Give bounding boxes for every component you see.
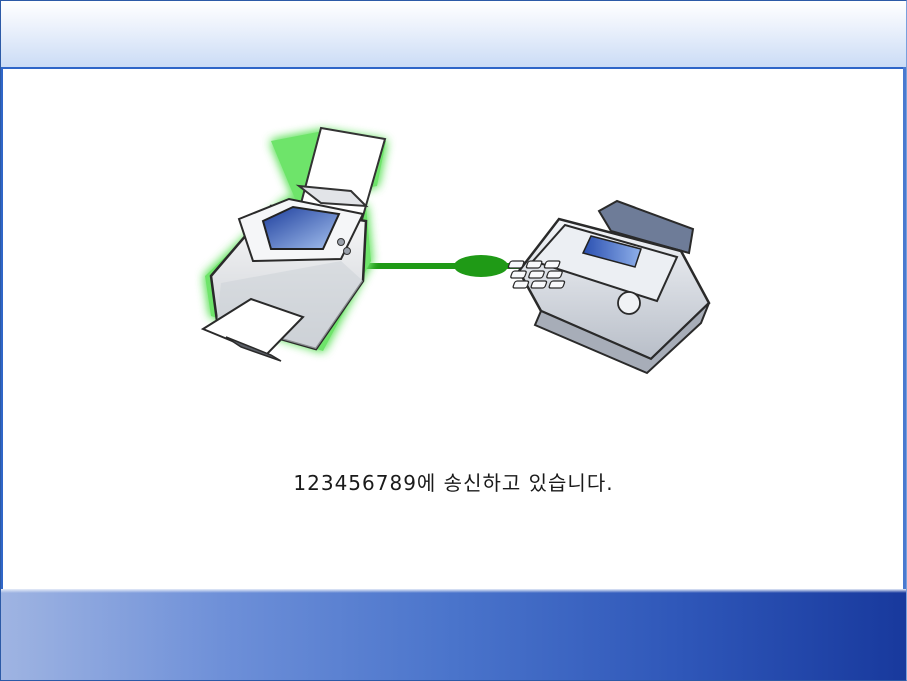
connection-line <box>364 255 523 277</box>
header-bar <box>1 1 906 69</box>
right-border <box>903 67 906 589</box>
status-message: 123456789에 송신하고 있습니다. <box>293 471 614 495</box>
left-border <box>1 67 3 589</box>
footer-bar <box>1 589 906 680</box>
app-window: 123456789에 송신하고 있습니다. <box>0 0 907 681</box>
transmission-illustration <box>200 126 711 375</box>
fax-machine-icon <box>507 199 711 375</box>
scanner-icon <box>200 126 387 362</box>
